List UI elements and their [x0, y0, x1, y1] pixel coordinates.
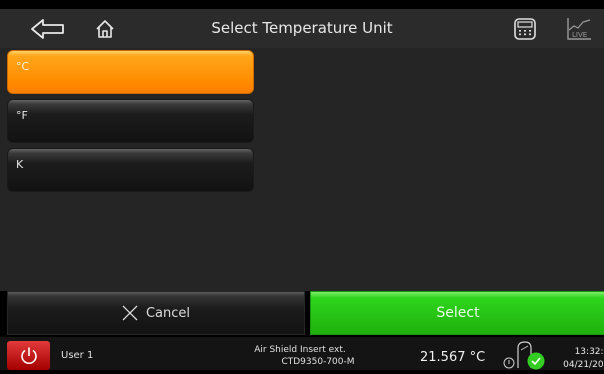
unit-option-kelvin[interactable]: K [7, 148, 254, 192]
live-icon: LIVE [567, 17, 591, 40]
live-label: LIVE [572, 31, 587, 39]
probe-status-indicator[interactable] [501, 340, 547, 370]
select-label: Select [436, 305, 480, 321]
unit-option-label: °F [16, 109, 28, 122]
power-button[interactable] [7, 341, 50, 370]
calculator-button[interactable] [510, 9, 540, 48]
status-bar: User 1 Air Shield Insert ext. CTD9350-70… [0, 337, 604, 370]
clock-time: 13:32:53 [574, 347, 604, 357]
probe-info: Air Shield Insert ext. CTD9350-700-M [200, 344, 400, 368]
calculator-icon [514, 17, 536, 40]
cancel-button[interactable]: Cancel [7, 291, 305, 335]
live-button[interactable]: LIVE [563, 9, 595, 48]
probe-status-icon [503, 341, 545, 370]
clock-date: 04/21/2021 [563, 360, 604, 370]
clock: 13:32:53 04/21/2021 [555, 346, 604, 372]
temperature-readout: 21.567 °C [420, 350, 486, 365]
user-name: User 1 [61, 350, 94, 361]
unit-option-label: °C [16, 60, 30, 73]
cancel-label: Cancel [145, 305, 191, 321]
unit-option-celsius[interactable]: °C [7, 50, 254, 94]
unit-option-label: K [16, 158, 24, 171]
close-icon [122, 305, 138, 321]
screen: Select Temperature Unit LIVE °C °F K Can… [0, 0, 604, 370]
probe-name: Air Shield Insert ext. [254, 345, 346, 355]
power-icon [20, 347, 37, 364]
probe-model: CTD9350-700-M [281, 357, 355, 367]
header-bar: Select Temperature Unit LIVE [0, 9, 604, 48]
unit-option-fahrenheit[interactable]: °F [7, 99, 254, 143]
select-button[interactable]: Select [310, 291, 604, 335]
